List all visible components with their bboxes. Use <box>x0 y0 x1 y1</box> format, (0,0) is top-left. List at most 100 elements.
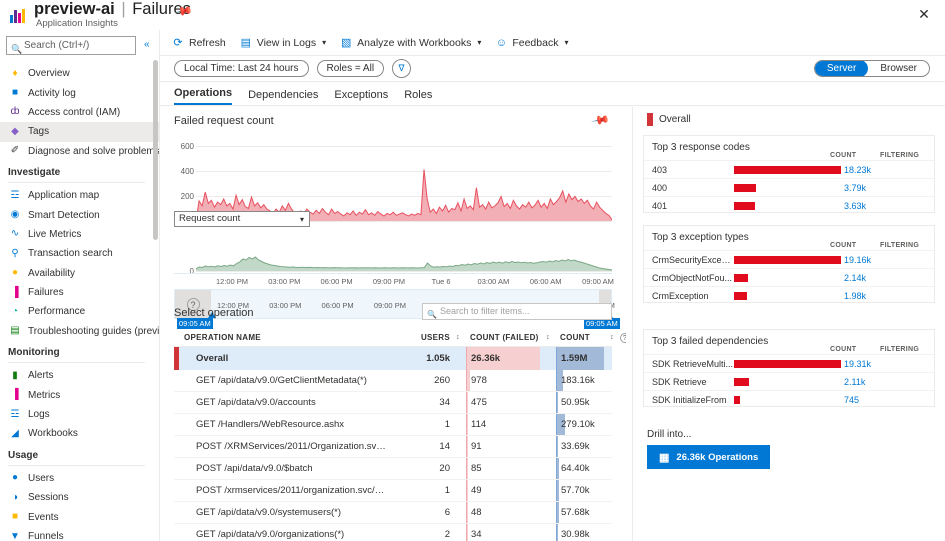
app-insights-icon <box>10 5 28 23</box>
list-item[interactable]: CrmObjectNotFou... 2.14k <box>644 268 934 286</box>
item-count[interactable]: 2.14k <box>844 273 890 283</box>
filter-icon[interactable]: ∇ <box>392 59 412 78</box>
sidebar-item-tags[interactable]: ◆ Tags <box>0 122 159 142</box>
table-row[interactable]: POST /api/data/v9.0/$batch 20 85 64.40k <box>174 458 612 480</box>
column-count-failed[interactable]: COUNT (FAILED) <box>466 333 540 342</box>
tab-strip: Operations Dependencies Exceptions Roles <box>160 82 945 106</box>
help-icon[interactable]: ? <box>620 332 626 343</box>
command-view-in-logs[interactable]: ▤ View in Logs ▾ <box>240 37 327 50</box>
table-row[interactable]: POST /XRMServices/2011/Organization.svc/… <box>174 436 612 458</box>
drill-into-operations-button[interactable]: ▦ 26.36k Operations <box>647 445 771 469</box>
filter-glyph: ∇ <box>398 63 405 73</box>
sidebar-item-smart-detection[interactable]: ◉ Smart Detection <box>0 205 159 224</box>
search-input[interactable]: 🔍 Search (Ctrl+/) <box>6 36 136 55</box>
column-pin: ? PIN <box>620 332 626 343</box>
list-item[interactable]: CrmException 1.98k <box>644 286 934 304</box>
card-column-headers: COUNT FILTERING <box>830 346 926 353</box>
list-item[interactable]: SDK Retrieve 2.11k <box>644 372 934 390</box>
sidebar-item-live-metrics[interactable]: ∿ Live Metrics <box>0 225 159 244</box>
list-item[interactable]: 401 3.63k <box>644 196 934 214</box>
column-operation-name[interactable]: OPERATION NAME <box>174 333 388 342</box>
sidebar-item-metrics[interactable]: ▐ Metrics <box>0 385 159 404</box>
item-count[interactable]: 1.98k <box>844 291 890 301</box>
sort-icon-failed[interactable]: ↕ <box>540 334 556 341</box>
sort-icon-users[interactable]: ↕ <box>450 334 466 341</box>
table-row[interactable]: POST /xrmservices/2011/organization.svc/… <box>174 480 612 502</box>
sidebar-item-activity-log[interactable]: ■ Activity log <box>0 83 159 102</box>
item-label: 403 <box>652 164 668 175</box>
sidebar-item-overview[interactable]: ♦ Overview <box>0 64 159 83</box>
toggle-option-server[interactable]: Server <box>814 61 869 76</box>
list-item[interactable]: SDK RetrieveMulti... 19.31k <box>644 354 934 372</box>
overall-legend-label: Overall <box>659 114 691 125</box>
list-item[interactable]: 403 18.23k <box>644 160 934 178</box>
toggle-option-browser[interactable]: Browser <box>868 61 929 76</box>
roles-filter-pill[interactable]: Roles = All <box>316 60 385 77</box>
sidebar-item-alerts[interactable]: ▮ Alerts <box>0 366 159 385</box>
close-icon[interactable]: ✕ <box>915 5 933 23</box>
smiley-icon: ☺ <box>495 36 507 49</box>
item-count[interactable]: 2.11k <box>844 377 890 387</box>
request-count-chart[interactable]: 050k <box>174 217 612 276</box>
sidebar-item-failures[interactable]: ▐ Failures <box>0 283 159 302</box>
metric-select-dropdown[interactable]: Request count ▾ <box>174 211 310 227</box>
tab-roles[interactable]: Roles <box>404 89 432 105</box>
column-filtering: FILTERING <box>880 242 920 249</box>
item-count[interactable]: 3.79k <box>844 183 890 193</box>
item-count[interactable]: 745 <box>844 395 890 405</box>
table-row[interactable]: GET /api/data/v9.0/accounts 34 475 50.95k <box>174 392 612 414</box>
table-row[interactable]: GET /api/data/v9.0/systemusers(*) 6 48 57.6… <box>174 502 612 524</box>
failed-bar <box>467 414 468 435</box>
operation-filter-input[interactable]: 🔍 Search to filter items... <box>422 303 612 320</box>
sidebar-item-label: Diagnose and solve problems <box>28 145 159 157</box>
sidebar-item-workbooks[interactable]: ◢ Workbooks <box>0 424 159 443</box>
sidebar-item-logs[interactable]: ☲ Logs <box>0 405 159 424</box>
command-feedback[interactable]: ☺ Feedback ▾ <box>495 36 569 49</box>
y-axis-label: 600 <box>180 141 194 151</box>
sidebar-item-users[interactable]: ● Users <box>0 469 159 488</box>
list-item[interactable]: CrmSecurityExcept... 19.16k <box>644 250 934 268</box>
cell-count-failed: 91 <box>466 436 540 457</box>
failed-bar <box>467 436 468 457</box>
tab-dependencies[interactable]: Dependencies <box>248 89 318 105</box>
command-analyze-with-workbooks[interactable]: ▧ Analyze with Workbooks ▾ <box>340 37 481 50</box>
tab-operations[interactable]: Operations <box>174 87 233 105</box>
list-item[interactable]: SDK InitializeFrom 745 <box>644 390 934 408</box>
command-refresh[interactable]: ⟳ Refresh <box>172 37 225 50</box>
collapse-sidebar-button[interactable]: « <box>144 39 150 50</box>
item-count[interactable]: 19.16k <box>844 255 890 265</box>
sidebar-item-availability[interactable]: ● Availability <box>0 264 159 283</box>
cell-count-failed: 475 <box>466 392 540 413</box>
item-count[interactable]: 18.23k <box>844 165 890 175</box>
operations-table-header: OPERATION NAME USERS ↕ COUNT (FAILED) ↕ … <box>174 329 626 347</box>
tab-exceptions[interactable]: Exceptions <box>334 89 388 105</box>
sidebar-scrollbar[interactable] <box>153 60 158 240</box>
count-bar <box>557 436 558 457</box>
cell-count-failed: 114 <box>466 414 540 435</box>
sidebar-item-events[interactable]: ■ Events <box>0 507 159 526</box>
time-range-pill[interactable]: Local Time: Last 24 hours <box>174 60 309 77</box>
sidebar-item-performance[interactable]: ◔ Performance <box>0 302 159 321</box>
table-row[interactable]: GET /api/data/v9.0/GetClientMetadata(*) 2… <box>174 370 612 392</box>
table-row[interactable]: GET /api/data/v9.0/organizations(*) 2 34 30… <box>174 524 612 541</box>
sidebar-item-sessions[interactable]: ◑ Sessions <box>0 488 159 507</box>
filter-bar: Local Time: Last 24 hours Roles = All ∇ … <box>160 56 945 82</box>
chart-pin-icon[interactable]: 📌 <box>590 110 610 130</box>
sidebar-item-transaction-search[interactable]: ⚲ Transaction search <box>0 244 159 263</box>
sidebar-item-diagnose-and-solve-problems[interactable]: ✐ Diagnose and solve problems <box>0 142 159 161</box>
list-item[interactable]: 400 3.79k <box>644 178 934 196</box>
y-axis-label: 200 <box>180 191 194 201</box>
sort-icon-count[interactable]: ↕ <box>604 334 620 341</box>
failed-request-chart[interactable]: 0200400600 <box>174 133 612 226</box>
item-count[interactable]: 19.31k <box>844 359 890 369</box>
sidebar-item-application-map[interactable]: ☲ Application map <box>0 186 159 205</box>
table-row[interactable]: Overall 1.05k 26.36k 1.59M <box>174 347 612 370</box>
sidebar-item-funnels[interactable]: ▼ Funnels <box>0 527 159 541</box>
column-count[interactable]: COUNT <box>556 333 604 342</box>
select-operation-label: Select operation <box>174 307 254 319</box>
table-row[interactable]: GET /Handlers/WebResource.ashx 1 114 279.10… <box>174 414 612 436</box>
sidebar-item-troubleshooting-guides-previ[interactable]: ▤ Troubleshooting guides (previ... <box>0 322 159 341</box>
sidebar-item-access-control-iam[interactable]: ȸ Access control (IAM) <box>0 103 159 122</box>
item-count[interactable]: 3.63k <box>844 201 890 211</box>
column-users[interactable]: USERS <box>388 333 450 342</box>
